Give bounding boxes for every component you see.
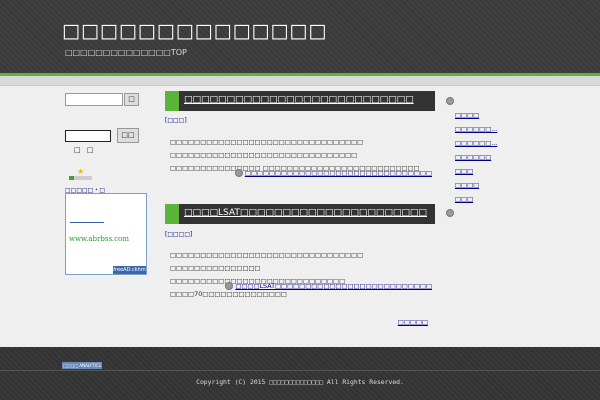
right-nav-item[interactable]: □□□□□□ [446,150,497,164]
search-input[interactable] [65,93,123,106]
search-button[interactable]: □ [124,93,139,106]
rank-meter [69,176,92,180]
right-nav-link[interactable]: □□□□□□ [455,153,491,161]
analytics-badge[interactable]: □□□□ ANALYTICS [62,362,102,369]
post-accent [165,204,179,224]
nav-strip [0,76,600,86]
site-footer [0,347,600,400]
star-icon: ★ [77,167,85,176]
bullet-icon [446,97,454,105]
read-more-label[interactable]: □□□□LSAT□□□□□□□□□□□□□□□□□□□□□□□□□□ [235,282,432,290]
site-title[interactable]: □□□□□□□□□□□□□□ [62,20,327,42]
ad-box[interactable]: www.abrbss.com freeAD.ckhm [65,193,147,275]
post-body: □□□□□□□□□□□□□□□□□□□□□□□□□□□□□□□□ □□□□□□□… [170,251,364,298]
footer-divider [0,370,600,371]
right-nav-link[interactable]: □□□□□□... [455,139,497,147]
post-category[interactable]: [□□□] [165,117,187,124]
right-nav-link[interactable]: □□□□ [455,181,479,189]
right-nav-item[interactable]: □□□□ [446,178,497,192]
right-nav: □□□□ □□□□□□... □□□□□□... □□□□□□ □□□ □□□□… [446,94,497,220]
site-header: □□□□□□□□□□□□□□ □□□□□□□□□□□□□□TOP [0,0,600,73]
bullet-icon [234,169,243,177]
read-more-link[interactable]: □□□□□□□□□□□□□□□□□□□□□□□□□□□□□□□ [234,169,432,177]
right-nav-link[interactable]: □□□□□□... [455,125,497,133]
right-nav-item [446,206,497,220]
right-nav-link[interactable]: □□□□ [455,111,479,119]
search-input-secondary[interactable] [65,130,111,142]
search-button-secondary[interactable]: □□ [117,128,139,143]
post-category[interactable]: [□□□□] [165,231,192,238]
post-title[interactable]: □□□□LSAT□□□□□□□□□□□□□□□□□□□□□□ [184,208,427,218]
right-nav-item[interactable]: □□□□ [446,108,497,122]
copyright-text: Copyright (C) 2015 □□□□□□□□□□□□□□ All Ri… [196,378,404,386]
sidebar-label: □ □ [74,146,96,154]
bullet-icon [225,282,234,290]
right-nav-link[interactable]: □□□ [455,195,473,203]
read-more-label[interactable]: □□□□□□□□□□□□□□□□□□□□□□□□□□□□□□□ [245,169,432,177]
right-nav-link[interactable]: □□□ [455,167,473,175]
read-more-link[interactable]: □□□□LSAT□□□□□□□□□□□□□□□□□□□□□□□□□□ [225,282,432,290]
post-title[interactable]: □□□□□□□□□□□□□□□□□□□□□□□□□□□ [184,95,414,105]
post-accent [165,91,179,111]
previous-page-link[interactable]: □□□□□ [398,318,428,326]
site-subtitle[interactable]: □□□□□□□□□□□□□□TOP [65,48,187,57]
right-nav-item[interactable]: □□□ [446,192,497,206]
ad-link-line[interactable] [70,222,104,223]
right-nav-item[interactable]: □□□ [446,164,497,178]
right-nav-item [446,94,497,108]
bullet-icon [446,209,454,217]
ad-text[interactable]: www.abrbss.com [69,235,129,243]
post-header: □□□□LSAT□□□□□□□□□□□□□□□□□□□□□□ [165,204,435,224]
post-header: □□□□□□□□□□□□□□□□□□□□□□□□□□□ [165,91,435,111]
ad-badge[interactable]: freeAD.ckhm [113,266,146,274]
right-nav-item[interactable]: □□□□□□... [446,122,497,136]
right-nav-item[interactable]: □□□□□□... [446,136,497,150]
